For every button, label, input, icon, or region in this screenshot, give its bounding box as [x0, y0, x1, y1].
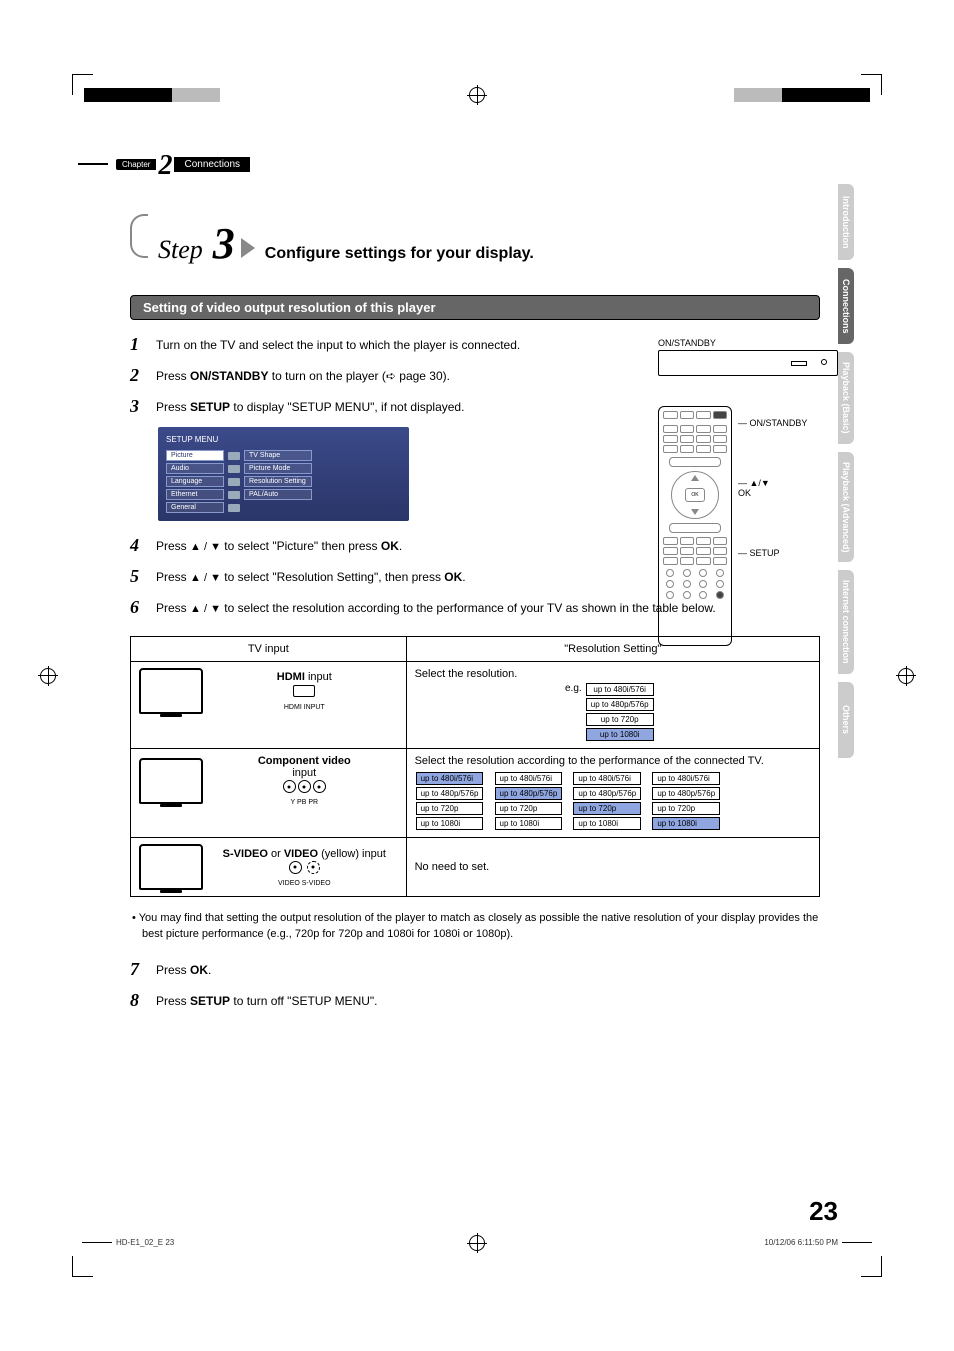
jack-icon: [289, 861, 302, 874]
res-option: up to 720p: [586, 713, 654, 726]
hdmi-port-icon: [293, 685, 315, 697]
page-number: 23: [809, 1196, 838, 1227]
osd-item: Resolution Setting: [244, 476, 312, 487]
tab-playback-advanced[interactable]: Playback (Advanced): [838, 452, 854, 563]
step-title: Configure settings for your display.: [265, 245, 534, 263]
osd-item: TV Shape: [244, 450, 312, 461]
register-mark-icon: [40, 668, 56, 684]
updown-icon: ▲ / ▼: [190, 572, 221, 584]
osd-item: PAL/Auto: [244, 489, 312, 500]
res-option: up to 480p/576p: [586, 698, 654, 711]
callout-label: — SETUP: [738, 548, 807, 558]
register-mark-icon: [469, 87, 485, 103]
chapter-number: 2: [158, 150, 172, 182]
step-8: 8Press SETUP to turn off "SETUP MENU".: [130, 990, 820, 1011]
player-icon: [658, 350, 838, 376]
chapter-header: Chapter 2 Connections: [78, 148, 250, 180]
ok-button-icon: OK: [685, 488, 705, 502]
crop-mark-icon: [861, 74, 882, 95]
side-tabs: Introduction Connections Playback (Basic…: [838, 184, 854, 758]
step-7: 7Press OK.: [130, 959, 820, 980]
chapter-label: Chapter: [116, 159, 156, 170]
updown-icon: ▲ / ▼: [190, 541, 221, 553]
tab-playback-basic[interactable]: Playback (Basic): [838, 352, 854, 444]
remote-icon: OK: [658, 406, 732, 646]
resolution-table: TV input "Resolution Setting" HDMI input…: [130, 636, 820, 897]
section-title: Setting of video output resolution of th…: [130, 295, 820, 320]
tv-icon: [139, 758, 203, 804]
footer-right: 10/12/06 6:11:50 PM: [764, 1238, 838, 1247]
svideo-jack-icon: [307, 861, 320, 874]
crop-mark-icon: [72, 1256, 93, 1277]
callout-label: — ▲/▼ OK: [738, 478, 807, 498]
step-number: 3: [213, 218, 235, 269]
chapter-title: Connections: [174, 157, 250, 172]
down-icon: [691, 509, 699, 515]
osd-item: Language: [166, 476, 224, 487]
table-header: TV input: [131, 637, 407, 662]
res-option: up to 1080i: [586, 728, 654, 741]
tv-icon: [139, 668, 203, 714]
up-icon: [691, 475, 699, 481]
crop-mark-icon: [861, 1256, 882, 1277]
tv-icon: [139, 844, 203, 890]
tab-others[interactable]: Others: [838, 682, 854, 758]
updown-icon: ▲ / ▼: [190, 603, 221, 615]
registration-top: [0, 86, 954, 104]
jack-icon: [283, 780, 296, 793]
osd-item: General: [166, 502, 224, 513]
dpad-icon: OK: [671, 471, 719, 519]
step-word: Step: [158, 235, 203, 265]
crop-mark-icon: [72, 74, 93, 95]
osd-item: Picture: [166, 450, 224, 461]
table-row: HDMI input HDMI INPUT Select the resolut…: [131, 662, 820, 749]
table-row: Component videoinput Y PB PR Select the …: [131, 749, 820, 838]
step-heading: Step 3 Configure settings for your displa…: [130, 214, 820, 269]
osd-item: Audio: [166, 463, 224, 474]
tab-internet-connection[interactable]: Internet connection: [838, 570, 854, 674]
table-row: S-VIDEO or VIDEO (yellow) input VIDEO S-…: [131, 838, 820, 897]
osd-item: Picture Mode: [244, 463, 312, 474]
res-option: up to 480i/576i: [586, 683, 654, 696]
osd-item: Ethernet: [166, 489, 224, 500]
footer-left: HD-E1_02_E 23: [116, 1238, 174, 1247]
osd-title: SETUP MENU: [166, 435, 401, 444]
callout-label: — ON/STANDBY: [738, 418, 807, 428]
osd-setup-menu: SETUP MENU Picture Audio Language Ethern…: [158, 427, 409, 521]
register-mark-icon: [469, 1235, 485, 1251]
page: Chapter 2 Connections Introduction Conne…: [0, 0, 954, 1351]
arrow-icon: [241, 238, 255, 258]
remote-diagram: ON/STANDBY OK: [658, 338, 838, 646]
page-ref-icon: ➪: [386, 369, 396, 383]
button-icon: [669, 457, 721, 467]
tab-connections[interactable]: Connections: [838, 268, 854, 344]
register-mark-icon: [898, 668, 914, 684]
osd-icon: [228, 452, 240, 460]
note-text: • You may find that setting the output r…: [130, 911, 820, 943]
tab-introduction[interactable]: Introduction: [838, 184, 854, 260]
instruction-list-3: 7Press OK. 8Press SETUP to turn off "SET…: [130, 959, 820, 1011]
diagram-label: ON/STANDBY: [658, 338, 838, 348]
